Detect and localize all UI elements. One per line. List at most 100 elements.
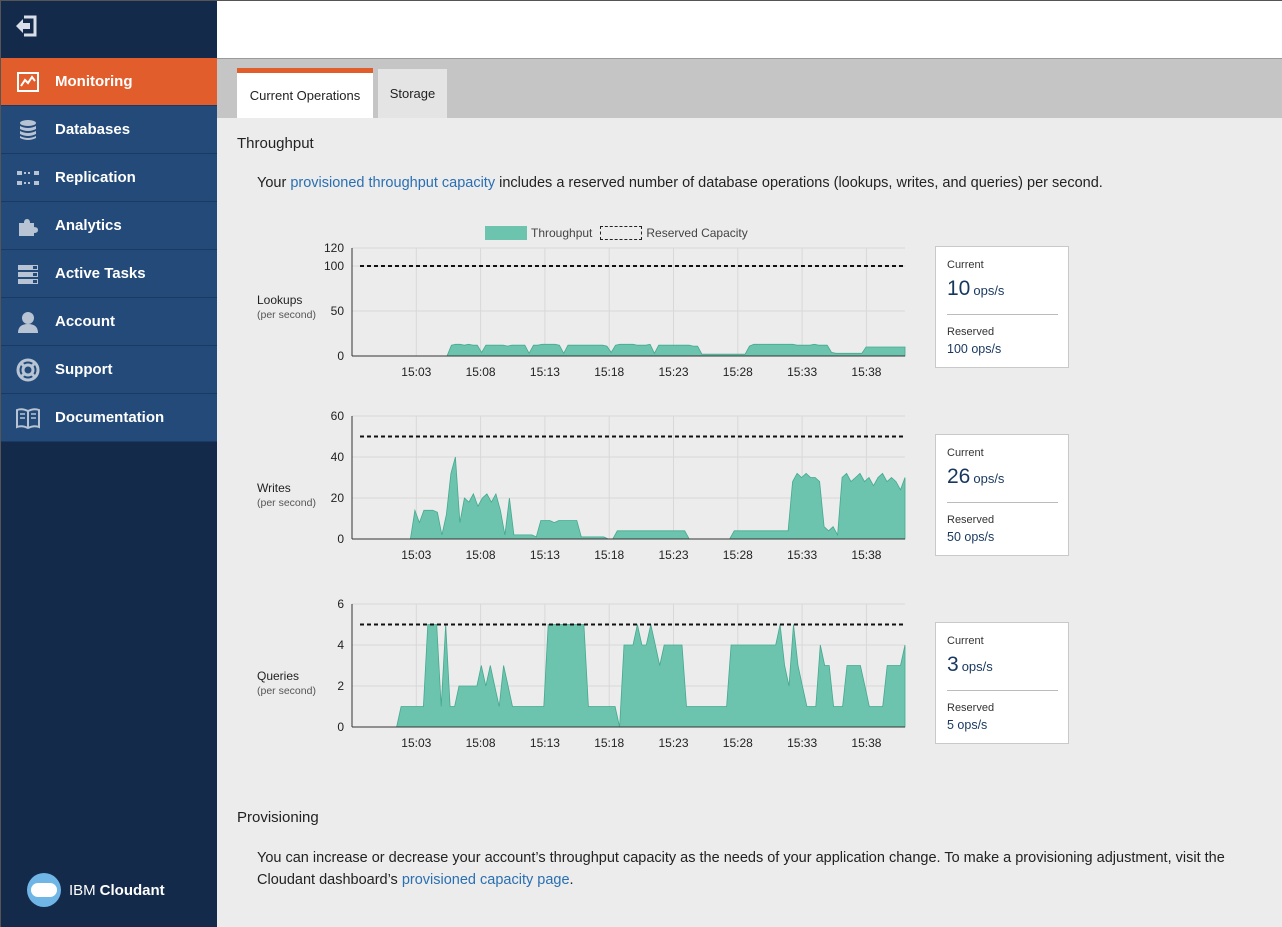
y-tick-label: 2 xyxy=(337,679,344,693)
reserved-value: 100 ops/s xyxy=(947,342,1002,356)
writes-chart: 0 20 40 60 15:03 15:08 15:13 15:18 15:23 15:28 15:… xyxy=(331,409,906,562)
lookups-label: Lookups (per second) xyxy=(257,293,316,321)
writes-stat-card: Current 26 ops/s Reserved 50 ops/s xyxy=(935,434,1069,556)
provisioned-capacity-link[interactable]: provisioned capacity page xyxy=(402,872,570,888)
queries-label: Queries (per second) xyxy=(257,669,316,697)
x-tick-label: 15:08 xyxy=(466,736,496,750)
replication-icon xyxy=(1,166,55,190)
x-tick-label: 15:33 xyxy=(787,365,817,379)
divider xyxy=(947,502,1058,503)
x-tick-label: 15:23 xyxy=(658,548,688,562)
x-tick-label: 15:33 xyxy=(787,548,817,562)
x-tick-label: 15:08 xyxy=(466,548,496,562)
sidebar-item-databases[interactable]: Databases xyxy=(1,106,217,154)
y-tick-label: 0 xyxy=(337,532,344,546)
y-tick-label: 6 xyxy=(337,597,344,611)
current-value: 10 ops/s xyxy=(947,277,1004,301)
logo-brand: IBM xyxy=(69,881,96,899)
x-tick-label: 15:23 xyxy=(658,365,688,379)
lookups-stat-card: Current 10 ops/s Reserved 100 ops/s xyxy=(935,246,1069,368)
x-tick-label: 15:38 xyxy=(851,365,881,379)
current-value: 3 ops/s xyxy=(947,653,993,677)
sidebar: Monitoring Databases Replication Analyti… xyxy=(1,1,217,927)
reserved-label: Reserved xyxy=(947,514,995,526)
writes-subtitle: (per second) xyxy=(257,497,316,509)
y-tick-label: 0 xyxy=(337,349,344,363)
provisioned-throughput-link[interactable]: provisioned throughput capacity xyxy=(290,175,495,191)
y-tick-label: 60 xyxy=(331,409,345,423)
current-label: Current xyxy=(947,447,984,459)
lookups-subtitle: (per second) xyxy=(257,309,316,321)
x-tick-label: 15:08 xyxy=(466,365,496,379)
throughput-heading: Throughput xyxy=(237,135,314,152)
queries-stat-card: Current 3 ops/s Reserved 5 ops/s xyxy=(935,622,1069,744)
current-label: Current xyxy=(947,635,984,647)
puzzle-icon xyxy=(1,214,55,238)
sidebar-item-replication[interactable]: Replication xyxy=(1,154,217,202)
x-tick-label: 15:38 xyxy=(851,736,881,750)
current-number: 10 xyxy=(947,277,971,300)
y-tick-label: 20 xyxy=(331,491,345,505)
divider xyxy=(947,690,1058,691)
top-header xyxy=(217,1,1282,59)
x-tick-label: 15:03 xyxy=(401,548,431,562)
back-icon[interactable] xyxy=(13,13,39,39)
tab-storage[interactable]: Storage xyxy=(378,69,447,118)
database-icon xyxy=(1,118,55,142)
sidebar-item-support[interactable]: Support xyxy=(1,346,217,394)
reserved-value: 50 ops/s xyxy=(947,530,995,544)
throughput-intro: Your provisioned throughput capacity inc… xyxy=(257,172,1257,194)
lookups-title: Lookups xyxy=(257,293,303,307)
x-tick-label: 15:28 xyxy=(723,736,753,750)
sidebar-item-label: Replication xyxy=(55,169,136,186)
x-tick-label: 15:03 xyxy=(401,365,431,379)
sidebar-item-active-tasks[interactable]: Active Tasks xyxy=(1,250,217,298)
sidebar-item-label: Active Tasks xyxy=(55,265,146,282)
current-value: 26 ops/s xyxy=(947,465,1004,489)
divider xyxy=(947,314,1058,315)
y-tick-label: 40 xyxy=(331,450,345,464)
x-tick-label: 15:13 xyxy=(530,548,560,562)
queries-subtitle: (per second) xyxy=(257,685,316,697)
current-unit: ops/s xyxy=(961,659,993,674)
x-tick-label: 15:13 xyxy=(530,736,560,750)
sidebar-item-documentation[interactable]: Documentation xyxy=(1,394,217,442)
sidebar-item-label: Account xyxy=(55,313,115,330)
x-tick-label: 15:33 xyxy=(787,736,817,750)
y-tick-label: 100 xyxy=(324,259,344,273)
x-tick-label: 15:18 xyxy=(594,548,624,562)
intro-prefix: Your xyxy=(257,175,291,191)
reserved-value: 5 ops/s xyxy=(947,718,988,732)
provisioning-suffix: . xyxy=(569,872,574,888)
x-tick-label: 15:38 xyxy=(851,548,881,562)
sidebar-item-account[interactable]: Account xyxy=(1,298,217,346)
provisioning-text: You can increase or decrease your accoun… xyxy=(257,847,1267,891)
line-chart-icon xyxy=(1,70,55,94)
x-tick-label: 15:03 xyxy=(401,736,431,750)
current-number: 3 xyxy=(947,653,959,676)
intro-suffix: includes a reserved number of database o… xyxy=(495,175,1103,191)
lookups-chart: 0 50 100 120 15:03 15:08 15:13 15:18 15:23 15:28 1… xyxy=(324,241,906,379)
y-tick-label: 50 xyxy=(331,304,345,318)
current-unit: ops/s xyxy=(973,471,1005,486)
y-tick-label: 4 xyxy=(337,638,344,652)
cloudant-logo-icon xyxy=(27,873,61,907)
tab-bar: Current Operations Storage xyxy=(217,59,1282,118)
sidebar-item-label: Analytics xyxy=(55,217,122,234)
sidebar-item-monitoring[interactable]: Monitoring xyxy=(1,58,217,106)
user-icon xyxy=(1,310,55,334)
sidebar-item-analytics[interactable]: Analytics xyxy=(1,202,217,250)
queries-chart: 0 2 4 6 15:03 15:08 15:13 15:18 15:23 15:28 15:33 1… xyxy=(337,597,906,750)
x-tick-label: 15:18 xyxy=(594,736,624,750)
tab-current-operations[interactable]: Current Operations xyxy=(237,68,373,118)
lifebuoy-icon xyxy=(1,358,55,382)
y-tick-label: 0 xyxy=(337,720,344,734)
app-window: Monitoring Databases Replication Analyti… xyxy=(0,0,1282,927)
reserved-label: Reserved xyxy=(947,326,995,338)
x-tick-label: 15:13 xyxy=(530,365,560,379)
queries-title: Queries xyxy=(257,669,300,683)
main-content: Throughput Your provisioned throughput c… xyxy=(217,118,1282,927)
writes-label: Writes (per second) xyxy=(257,481,316,509)
sidebar-item-label: Support xyxy=(55,361,113,378)
sidebar-nav: Monitoring Databases Replication Analyti… xyxy=(1,58,217,442)
